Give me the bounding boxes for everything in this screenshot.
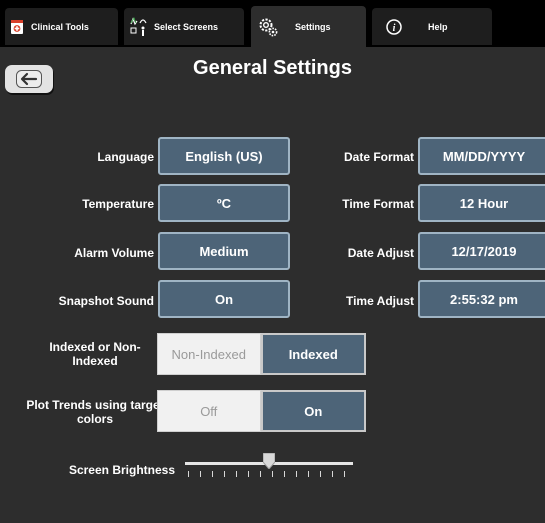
slider-thumb[interactable]: [263, 453, 275, 469]
temperature-label: Temperature: [82, 197, 154, 211]
top-tab-bar: Clinical Tools Select Screens Settings i…: [0, 0, 545, 47]
non-indexed-option[interactable]: Non-Indexed: [157, 333, 261, 375]
tab-select-screens-label: Select Screens: [154, 21, 219, 32]
tab-help-label: Help: [428, 21, 448, 32]
plot-trends-on-option[interactable]: On: [260, 390, 366, 432]
date-format-button[interactable]: MM/DD/YYYY: [418, 137, 545, 175]
date-adjust-label: Date Adjust: [347, 246, 414, 260]
indexed-toggle-label: Indexed or Non-Indexed: [49, 340, 141, 368]
clinical-tools-icon: [11, 19, 23, 34]
plot-trends-toggle: Off On: [157, 390, 366, 432]
plot-trends-label: Plot Trends using target colors: [26, 398, 164, 426]
tab-clinical-tools-label: Clinical Tools: [31, 21, 89, 32]
indexed-toggle: Non-Indexed Indexed: [157, 333, 366, 375]
page-title: General Settings: [193, 57, 352, 79]
screen-brightness-slider[interactable]: [185, 453, 353, 483]
snapshot-sound-label: Snapshot Sound: [58, 294, 154, 308]
language-label: Language: [97, 150, 154, 164]
slider-ticks: [188, 471, 345, 477]
info-icon: i: [386, 18, 402, 35]
screen-brightness-label: Screen Brightness: [68, 463, 175, 477]
time-format-label: Time Format: [342, 197, 414, 211]
alarm-volume-button[interactable]: Medium: [158, 232, 290, 270]
date-format-label: Date Format: [343, 150, 414, 164]
snapshot-sound-button[interactable]: On: [158, 280, 290, 318]
time-adjust-label: Time Adjust: [345, 294, 414, 308]
tab-select-screens[interactable]: Select Screens: [124, 8, 244, 45]
tab-help[interactable]: i Help: [372, 8, 492, 45]
select-screens-icon: [130, 16, 148, 38]
time-adjust-button[interactable]: 2:55:32 pm: [418, 280, 545, 318]
gear-icon: [257, 16, 279, 38]
indexed-option[interactable]: Indexed: [260, 333, 366, 375]
alarm-volume-label: Alarm Volume: [74, 246, 154, 260]
date-adjust-button[interactable]: 12/17/2019: [418, 232, 545, 270]
tab-settings-label: Settings: [295, 21, 331, 32]
tab-settings[interactable]: Settings: [251, 6, 366, 47]
language-button[interactable]: English (US): [158, 137, 290, 175]
plot-trends-off-option[interactable]: Off: [157, 390, 261, 432]
tab-clinical-tools[interactable]: Clinical Tools: [5, 8, 118, 45]
time-format-button[interactable]: 12 Hour: [418, 184, 545, 222]
temperature-button[interactable]: ºC: [158, 184, 290, 222]
svg-text:i: i: [393, 23, 396, 34]
